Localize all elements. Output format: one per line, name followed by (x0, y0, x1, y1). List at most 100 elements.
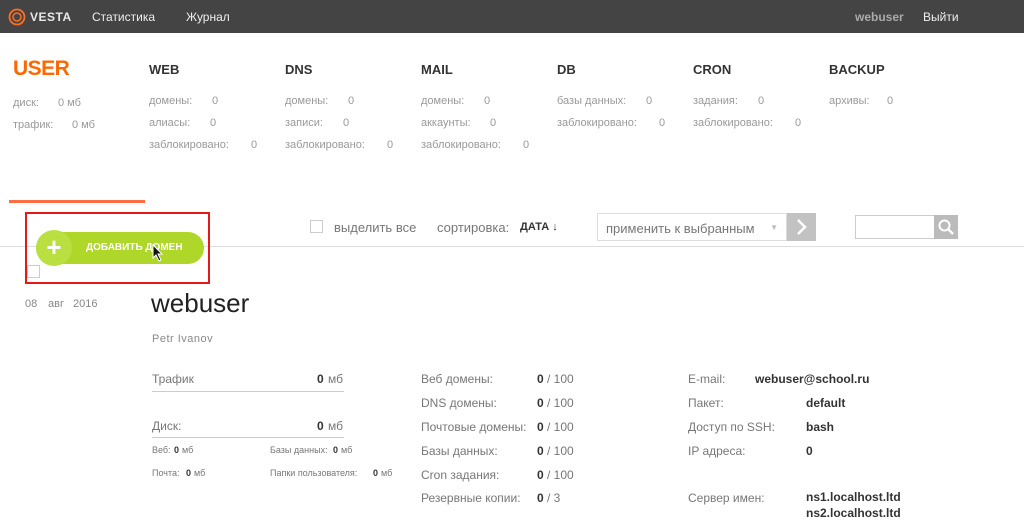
limit-mail-label: Почтовые домены: (421, 420, 527, 434)
logout-link[interactable]: Выйти (923, 10, 959, 24)
disk-bar (152, 437, 344, 438)
menu-mail-title[interactable]: MAIL (421, 62, 453, 77)
db-databases-label: базы данных: (557, 95, 627, 107)
traffic-value: 0 (317, 372, 324, 386)
disk-web-value: 0 (174, 445, 180, 455)
current-user[interactable]: webuser (855, 10, 904, 24)
cron-jobs-value: 0 (758, 95, 765, 107)
limit-web-value: 0 (537, 372, 544, 386)
email-label: E-mail: (688, 372, 726, 386)
nav-statistics[interactable]: Статистика (92, 10, 155, 24)
user-traffic-value: 0 мб (72, 119, 95, 131)
dns-domains-value: 0 (348, 95, 355, 107)
sort-label: сортировка: (437, 220, 510, 235)
menu-dns-title[interactable]: DNS (285, 62, 312, 77)
nameserver-label: Сервер имен: (688, 491, 765, 505)
disk-dirs-unit: мб (381, 468, 393, 478)
backup-archives-value: 0 (887, 95, 894, 107)
user-traffic-label: трафик: (13, 119, 54, 131)
web-aliases-label: алиасы: (149, 117, 191, 129)
limit-db-max: / 100 (547, 444, 574, 458)
mail-suspended-value: 0 (523, 139, 530, 151)
db-databases-value: 0 (646, 95, 653, 107)
menu-web-title[interactable]: WEB (149, 62, 179, 77)
ip-value: 0 (806, 444, 813, 458)
search-input[interactable] (855, 215, 935, 239)
db-suspended-label: заблокировано: (557, 117, 637, 129)
disk-db-label: Базы данных: (270, 445, 328, 455)
disk-unit: мб (328, 419, 343, 433)
select-all-checkbox[interactable] (310, 220, 323, 233)
row-checkbox[interactable] (27, 265, 40, 278)
dns-domains-label: домены: (285, 95, 329, 107)
web-suspended-label: заблокировано: (149, 139, 229, 151)
nav-log[interactable]: Журнал (186, 10, 230, 24)
user-disk-label: диск: (13, 97, 39, 109)
limit-mail-max: / 100 (547, 420, 574, 434)
disk-mail-unit: мб (194, 468, 206, 478)
limit-backup-value: 0 (537, 491, 544, 505)
dns-suspended-value: 0 (387, 139, 394, 151)
limit-backup-max: / 3 (547, 491, 561, 505)
menu-backup-title[interactable]: BACKUP (829, 62, 885, 77)
limit-dns-max: / 100 (547, 396, 574, 410)
disk-mail-value: 0 (186, 468, 192, 478)
disk-db-value: 0 (333, 445, 339, 455)
arrow-right-icon (797, 219, 807, 235)
disk-dirs-value: 0 (373, 468, 379, 478)
disk-value: 0 (317, 419, 324, 433)
disk-label: Диск: (152, 419, 182, 433)
limit-cron-value: 0 (537, 468, 544, 482)
cron-suspended-value: 0 (795, 117, 802, 129)
date-month: авг (48, 298, 64, 310)
user-disk-value: 0 мб (58, 97, 81, 109)
disk-dirs-label: Папки пользователя: (270, 468, 358, 478)
logo-text: VESTA (30, 10, 72, 24)
mail-accounts-label: аккаунты: (421, 117, 471, 129)
cron-suspended-label: заблокировано: (693, 117, 773, 129)
menu-user-title[interactable]: USER (13, 57, 70, 81)
date-year: 2016 (73, 298, 98, 310)
ssh-label: Доступ по SSH: (688, 420, 775, 434)
nameserver-1: ns1.localhost.ltd (806, 490, 901, 504)
menu-db-title[interactable]: DB (557, 62, 576, 77)
disk-db-unit: мб (341, 445, 353, 455)
web-domains-label: домены: (149, 95, 193, 107)
bulk-action-select[interactable]: применить к выбранным ▼ (597, 213, 787, 241)
backup-archives-label: архивы: (829, 95, 870, 107)
limit-web-max: / 100 (547, 372, 574, 386)
web-suspended-value: 0 (251, 139, 258, 151)
db-suspended-value: 0 (659, 117, 666, 129)
mail-accounts-value: 0 (490, 117, 497, 129)
limit-dns-label: DNS домены: (421, 396, 497, 410)
mail-domains-value: 0 (484, 95, 491, 107)
vesta-logo-icon (8, 8, 26, 26)
limit-cron-label: Cron задания: (421, 468, 500, 482)
sort-value[interactable]: ДАТА ↓ (520, 221, 558, 233)
ssh-value: bash (806, 420, 835, 434)
web-domains-value: 0 (212, 95, 219, 107)
highlight-box (25, 212, 210, 284)
dns-records-value: 0 (343, 117, 350, 129)
disk-web-unit: мб (182, 445, 194, 455)
vesta-logo[interactable]: VESTA (8, 7, 72, 27)
username-title[interactable]: webuser (151, 288, 249, 319)
menu-cron-title[interactable]: CRON (693, 62, 731, 77)
limit-backup-label: Резервные копии: (421, 491, 521, 505)
apply-button[interactable] (787, 213, 816, 241)
nameserver-2: ns2.localhost.ltd (806, 506, 901, 520)
mail-suspended-label: заблокировано: (421, 139, 501, 151)
email-value: webuser@school.ru (755, 372, 870, 386)
limit-mail-value: 0 (537, 420, 544, 434)
search-button[interactable] (934, 215, 958, 239)
traffic-bar (152, 391, 344, 392)
disk-mail-label: Почта: (152, 468, 180, 478)
full-name: Petr Ivanov (152, 333, 214, 345)
bulk-action-value: применить к выбранным (606, 221, 755, 236)
traffic-label: Трафик (152, 372, 194, 386)
mail-domains-label: домены: (421, 95, 465, 107)
chevron-down-icon: ▼ (770, 223, 778, 232)
limit-dns-value: 0 (537, 396, 544, 410)
active-tab-indicator (9, 200, 145, 203)
select-all-label[interactable]: выделить все (334, 220, 416, 235)
